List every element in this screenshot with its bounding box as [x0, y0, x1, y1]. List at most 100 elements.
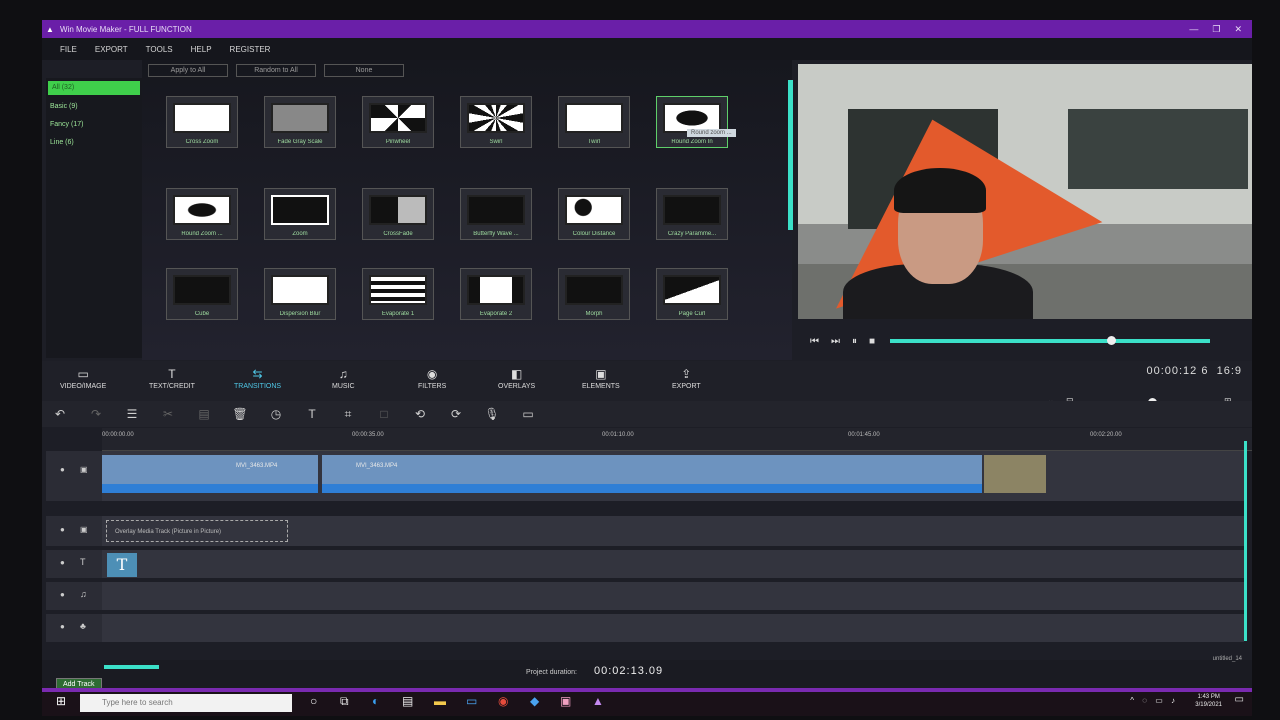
music-track[interactable]	[102, 582, 1244, 610]
transition-tile[interactable]: Fade Gray Scale	[264, 96, 336, 148]
transition-tile[interactable]: Page Curl	[656, 268, 728, 320]
edge-icon[interactable]: ◐	[372, 694, 379, 708]
timeline-horizontal-scrollbar[interactable]	[104, 665, 159, 669]
undo-icon[interactable]: ↶	[42, 407, 78, 421]
taskbar-search-input[interactable]: Type here to search	[80, 694, 292, 712]
delete-icon[interactable]: 🗑	[222, 407, 258, 421]
video-clip[interactable]	[984, 455, 1046, 493]
system-tray-icons[interactable]: ^ ◌ ▭ ♪	[1130, 696, 1178, 705]
microphone-icon[interactable]: 🎙	[474, 407, 510, 421]
text-track[interactable]	[102, 550, 1244, 578]
playback-controls: ⏮ ⏭ ⏸ ■	[798, 329, 1252, 353]
menu-file[interactable]: FILE	[60, 45, 77, 54]
mail-icon[interactable]: ▭	[466, 694, 477, 708]
transition-tile[interactable]: Round Zoom ...	[166, 188, 238, 240]
transition-tile[interactable]: Evaporate 2	[460, 268, 532, 320]
next-icon[interactable]: ⏭	[831, 336, 840, 347]
transition-tile[interactable]: Dispersion Blur	[264, 268, 336, 320]
adjust-icon[interactable]: ☰	[114, 407, 150, 421]
video-clip[interactable]: MVI_3463.MP4	[102, 455, 318, 493]
transition-tile[interactable]: Crazy Paramme...	[656, 188, 728, 240]
previous-icon[interactable]: ⏮	[810, 336, 819, 347]
category-basic[interactable]: Basic (9)	[46, 98, 142, 116]
none-button[interactable]: None	[324, 64, 404, 77]
transition-tile[interactable]: Swirl	[460, 96, 532, 148]
text-tool-icon[interactable]: T	[294, 407, 330, 421]
project-name: untitled_14	[1212, 656, 1242, 662]
transition-tile[interactable]: Cross Zoom	[166, 96, 238, 148]
transition-tile[interactable]: Twirl	[558, 96, 630, 148]
movie-maker-taskbar-icon[interactable]: ▲	[592, 694, 604, 708]
transition-tile[interactable]: Butterfly Wave ...	[460, 188, 532, 240]
export-icon: ⇪	[681, 367, 692, 381]
app-window: ▲ Win Movie Maker - FULL FUNCTION — ❐ ✕ …	[42, 20, 1252, 716]
text-clip[interactable]: T	[107, 553, 137, 577]
windows-start-icon[interactable]: ⊞	[56, 694, 66, 708]
visibility-icon[interactable]: ●	[60, 525, 65, 534]
overlay-track-placeholder[interactable]: Overlay Media Track (Picture in Picture)	[106, 520, 288, 542]
tab-transitions[interactable]: ⇆ TRANSITIONS	[234, 367, 281, 390]
duration-icon[interactable]: ◷	[258, 407, 294, 421]
transition-tile[interactable]: Zoom	[264, 188, 336, 240]
app-icon[interactable]: ◆	[530, 694, 539, 708]
rotate-left-icon[interactable]: ⟲	[402, 407, 438, 421]
random-to-all-button[interactable]: Random to All	[236, 64, 316, 77]
transitions-scrollbar[interactable]	[788, 80, 793, 230]
stop-icon[interactable]: ■	[869, 336, 875, 347]
category-fancy[interactable]: Fancy (17)	[46, 116, 142, 134]
transition-tile[interactable]: CrossFade	[362, 188, 434, 240]
redo-icon[interactable]: ↷	[78, 407, 114, 421]
menu-register[interactable]: REGISTER	[230, 45, 271, 54]
tab-label: TRANSITIONS	[234, 383, 282, 390]
task-view-icon[interactable]: ⧉	[340, 694, 349, 709]
tab-elements[interactable]: ▣ ELEMENTS	[582, 367, 620, 390]
pause-icon[interactable]: ⏸	[852, 336, 857, 347]
taskbar-clock[interactable]: 1:43 PM 3/19/2021	[1195, 693, 1222, 709]
transition-tile[interactable]: Pinwheel	[362, 96, 434, 148]
tab-filters[interactable]: ◉ FILTERS	[418, 367, 446, 390]
tab-export[interactable]: ⇪ EXPORT	[672, 367, 701, 390]
file-explorer-icon[interactable]: ▬	[434, 694, 446, 708]
frame-icon[interactable]: □	[366, 407, 402, 421]
chrome-icon[interactable]: ◉	[498, 694, 508, 708]
tab-overlays[interactable]: ◧ OVERLAYS	[498, 367, 535, 390]
split-icon[interactable]: ▤	[186, 407, 222, 421]
tab-music[interactable]: ♫ MUSIC	[332, 367, 355, 390]
transition-tile[interactable]: Morph	[558, 268, 630, 320]
timeline-scrollbar[interactable]	[1244, 441, 1247, 641]
close-button[interactable]: ✕	[1234, 24, 1242, 35]
visibility-icon[interactable]: ●	[60, 465, 65, 474]
visibility-icon[interactable]: ●	[60, 590, 65, 599]
apply-to-all-button[interactable]: Apply to All	[148, 64, 228, 77]
tab-video-image[interactable]: ▭ VIDEO/IMAGE	[60, 367, 106, 390]
notifications-icon[interactable]: ▭	[1235, 694, 1244, 705]
aspect-ratio[interactable]: 16:9	[1217, 365, 1242, 377]
cut-icon[interactable]: ✂	[150, 407, 186, 421]
maximize-button[interactable]: ❐	[1212, 24, 1220, 35]
camera-icon[interactable]: ▭	[510, 407, 546, 421]
visibility-icon[interactable]: ●	[60, 622, 65, 631]
transition-tile[interactable]: Cube	[166, 268, 238, 320]
visibility-icon[interactable]: ●	[60, 558, 65, 567]
minimize-button[interactable]: —	[1189, 24, 1198, 35]
category-all[interactable]: All (32)	[48, 81, 140, 95]
transition-tile[interactable]: Evaporate 1	[362, 268, 434, 320]
crop-icon[interactable]: ⌗	[330, 407, 366, 422]
rotate-right-icon[interactable]: ⟳	[438, 407, 474, 421]
seek-knob[interactable]	[1106, 336, 1116, 345]
transition-tile[interactable]: Colour Distance	[558, 188, 630, 240]
store-icon[interactable]: ▤	[402, 694, 413, 708]
timeline-ruler[interactable]: 00:00:00.00 00:00:35.00 00:01:10.00 00:0…	[102, 428, 1252, 451]
transition-tile-selected[interactable]: Round Zoom In	[656, 96, 728, 148]
tab-text-credit[interactable]: T TEXT/CREDIT	[149, 367, 195, 390]
photos-icon[interactable]: ▣	[560, 694, 571, 708]
cortana-icon[interactable]: ○	[310, 694, 317, 708]
menu-export[interactable]: EXPORT	[95, 45, 128, 54]
video-track[interactable]: MVI_3463.MP4 MVI_3463.MP4	[102, 451, 1244, 501]
menu-tools[interactable]: TOOLS	[146, 45, 173, 54]
category-line[interactable]: Line (6)	[46, 134, 142, 152]
elements-track[interactable]	[102, 614, 1244, 642]
menu-help[interactable]: HELP	[191, 45, 212, 54]
video-clip[interactable]: MVI_3463.MP4	[322, 455, 982, 493]
seek-bar[interactable]	[890, 336, 1210, 345]
